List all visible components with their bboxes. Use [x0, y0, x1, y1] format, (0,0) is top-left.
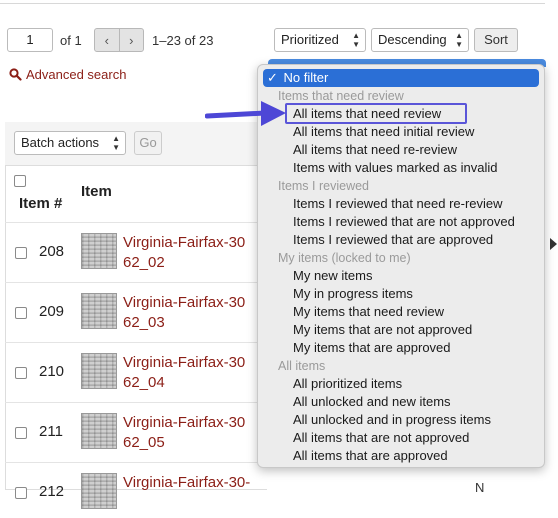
sort-button[interactable]: Sort — [474, 28, 518, 52]
filter-option[interactable]: All unlocked and in progress items — [293, 411, 491, 429]
item-thumbnail[interactable] — [81, 473, 117, 509]
column-header-item[interactable]: Item — [81, 183, 112, 200]
item-number: 212 — [39, 483, 65, 500]
filter-option[interactable]: Items I reviewed that need re-review — [293, 195, 503, 213]
search-icon — [9, 68, 22, 81]
filter-group-label: My items (locked to me) — [278, 251, 411, 265]
item-number: 209 — [39, 303, 65, 320]
filter-option[interactable]: My items that are not approved — [293, 321, 472, 339]
select-arrows-icon: ▲ ▼ — [352, 31, 360, 49]
select-arrows-icon: ▲ ▼ — [455, 31, 463, 49]
caret-right-icon[interactable] — [550, 238, 557, 250]
table-row: 208 Virginia-Fairfax-30 62_02 — [5, 222, 267, 278]
item-thumbnail[interactable] — [81, 413, 117, 449]
advanced-search-link[interactable]: Advanced search — [9, 67, 126, 82]
item-thumbnail[interactable] — [81, 353, 117, 389]
chevron-left-icon: ‹ — [104, 32, 109, 48]
next-page-button[interactable]: › — [118, 29, 144, 51]
table-row: 211 Virginia-Fairfax-30 62_05 — [5, 402, 267, 458]
select-all-checkbox[interactable] — [14, 175, 26, 187]
filter-option[interactable]: My items that are approved — [293, 339, 451, 357]
sort-field-select[interactable]: Prioritized ▲ ▼ — [274, 28, 366, 52]
sort-field-value: Prioritized — [281, 32, 339, 47]
select-arrows-icon: ▲ ▼ — [112, 134, 120, 152]
filter-option[interactable]: All items that need re-review — [293, 141, 457, 159]
page-count-label: of 1 — [60, 33, 82, 48]
filter-option[interactable]: My in progress items — [293, 285, 413, 303]
filter-option[interactable]: My new items — [293, 267, 372, 285]
row-checkbox[interactable] — [15, 367, 27, 379]
table-row: 209 Virginia-Fairfax-30 62_03 — [5, 282, 267, 338]
top-divider — [0, 0, 545, 4]
prev-page-button[interactable]: ‹ — [95, 29, 119, 51]
result-range: 1–23 of 23 — [152, 33, 214, 48]
filter-option[interactable]: All items that need initial review — [293, 123, 474, 141]
item-title-link[interactable]: Virginia-Fairfax-30 62_02 — [123, 233, 273, 273]
item-number: 210 — [39, 363, 65, 380]
item-thumbnail[interactable] — [81, 293, 117, 329]
filter-dropdown-menu: ✓ No filter Items that need review All i… — [257, 64, 545, 468]
go-button[interactable]: Go — [134, 131, 162, 155]
row-checkbox[interactable] — [15, 487, 27, 499]
annotation-highlight-box — [285, 103, 467, 124]
filter-option[interactable]: All prioritized items — [293, 375, 402, 393]
filter-option[interactable]: All unlocked and new items — [293, 393, 451, 411]
page-number-input[interactable]: 1 — [7, 28, 53, 52]
filter-option[interactable]: Items I reviewed that are approved — [293, 231, 493, 249]
table-row: 212 Virginia-Fairfax-30- — [5, 462, 267, 518]
batch-actions-select[interactable]: Batch actions ▲ ▼ — [14, 131, 126, 155]
pager-arrows: ‹ › — [94, 28, 144, 52]
checkmark-icon: ✓ — [267, 70, 278, 85]
filter-option[interactable]: My items that need review — [293, 303, 444, 321]
item-title-link[interactable]: Virginia-Fairfax-30 62_03 — [123, 293, 273, 333]
row-checkbox[interactable] — [15, 427, 27, 439]
item-thumbnail[interactable] — [81, 233, 117, 269]
sort-order-select[interactable]: Descending ▲ ▼ — [371, 28, 469, 52]
filter-option[interactable]: Items with values marked as invalid — [293, 159, 497, 177]
filter-option[interactable]: All items that are not approved — [293, 429, 469, 447]
batch-actions-value: Batch actions — [21, 135, 100, 150]
filter-option[interactable]: All items that are approved — [293, 447, 448, 465]
filter-option[interactable]: Items I reviewed that are not approved — [293, 213, 515, 231]
partial-column-text: N — [475, 480, 485, 495]
row-checkbox[interactable] — [15, 307, 27, 319]
filter-group-label: All items — [278, 359, 326, 373]
column-header-item-number[interactable]: Item # — [19, 195, 62, 212]
row-checkbox[interactable] — [15, 247, 27, 259]
filter-option-label: No filter — [283, 70, 329, 85]
item-title-link[interactable]: Virginia-Fairfax-30- — [123, 473, 273, 493]
sort-order-value: Descending — [378, 32, 447, 47]
filter-group-label: Items I reviewed — [278, 179, 370, 193]
annotation-arrow-icon — [205, 101, 286, 126]
advanced-search-label: Advanced search — [26, 67, 127, 82]
filter-option-no-filter[interactable]: ✓ No filter — [263, 69, 539, 87]
item-title-link[interactable]: Virginia-Fairfax-30 62_04 — [123, 353, 273, 393]
item-title-link[interactable]: Virginia-Fairfax-30 62_05 — [123, 413, 273, 453]
chevron-right-icon: › — [129, 32, 134, 48]
item-number: 211 — [39, 423, 63, 440]
table-row: 210 Virginia-Fairfax-30 62_04 — [5, 342, 267, 398]
item-number: 208 — [39, 243, 65, 260]
